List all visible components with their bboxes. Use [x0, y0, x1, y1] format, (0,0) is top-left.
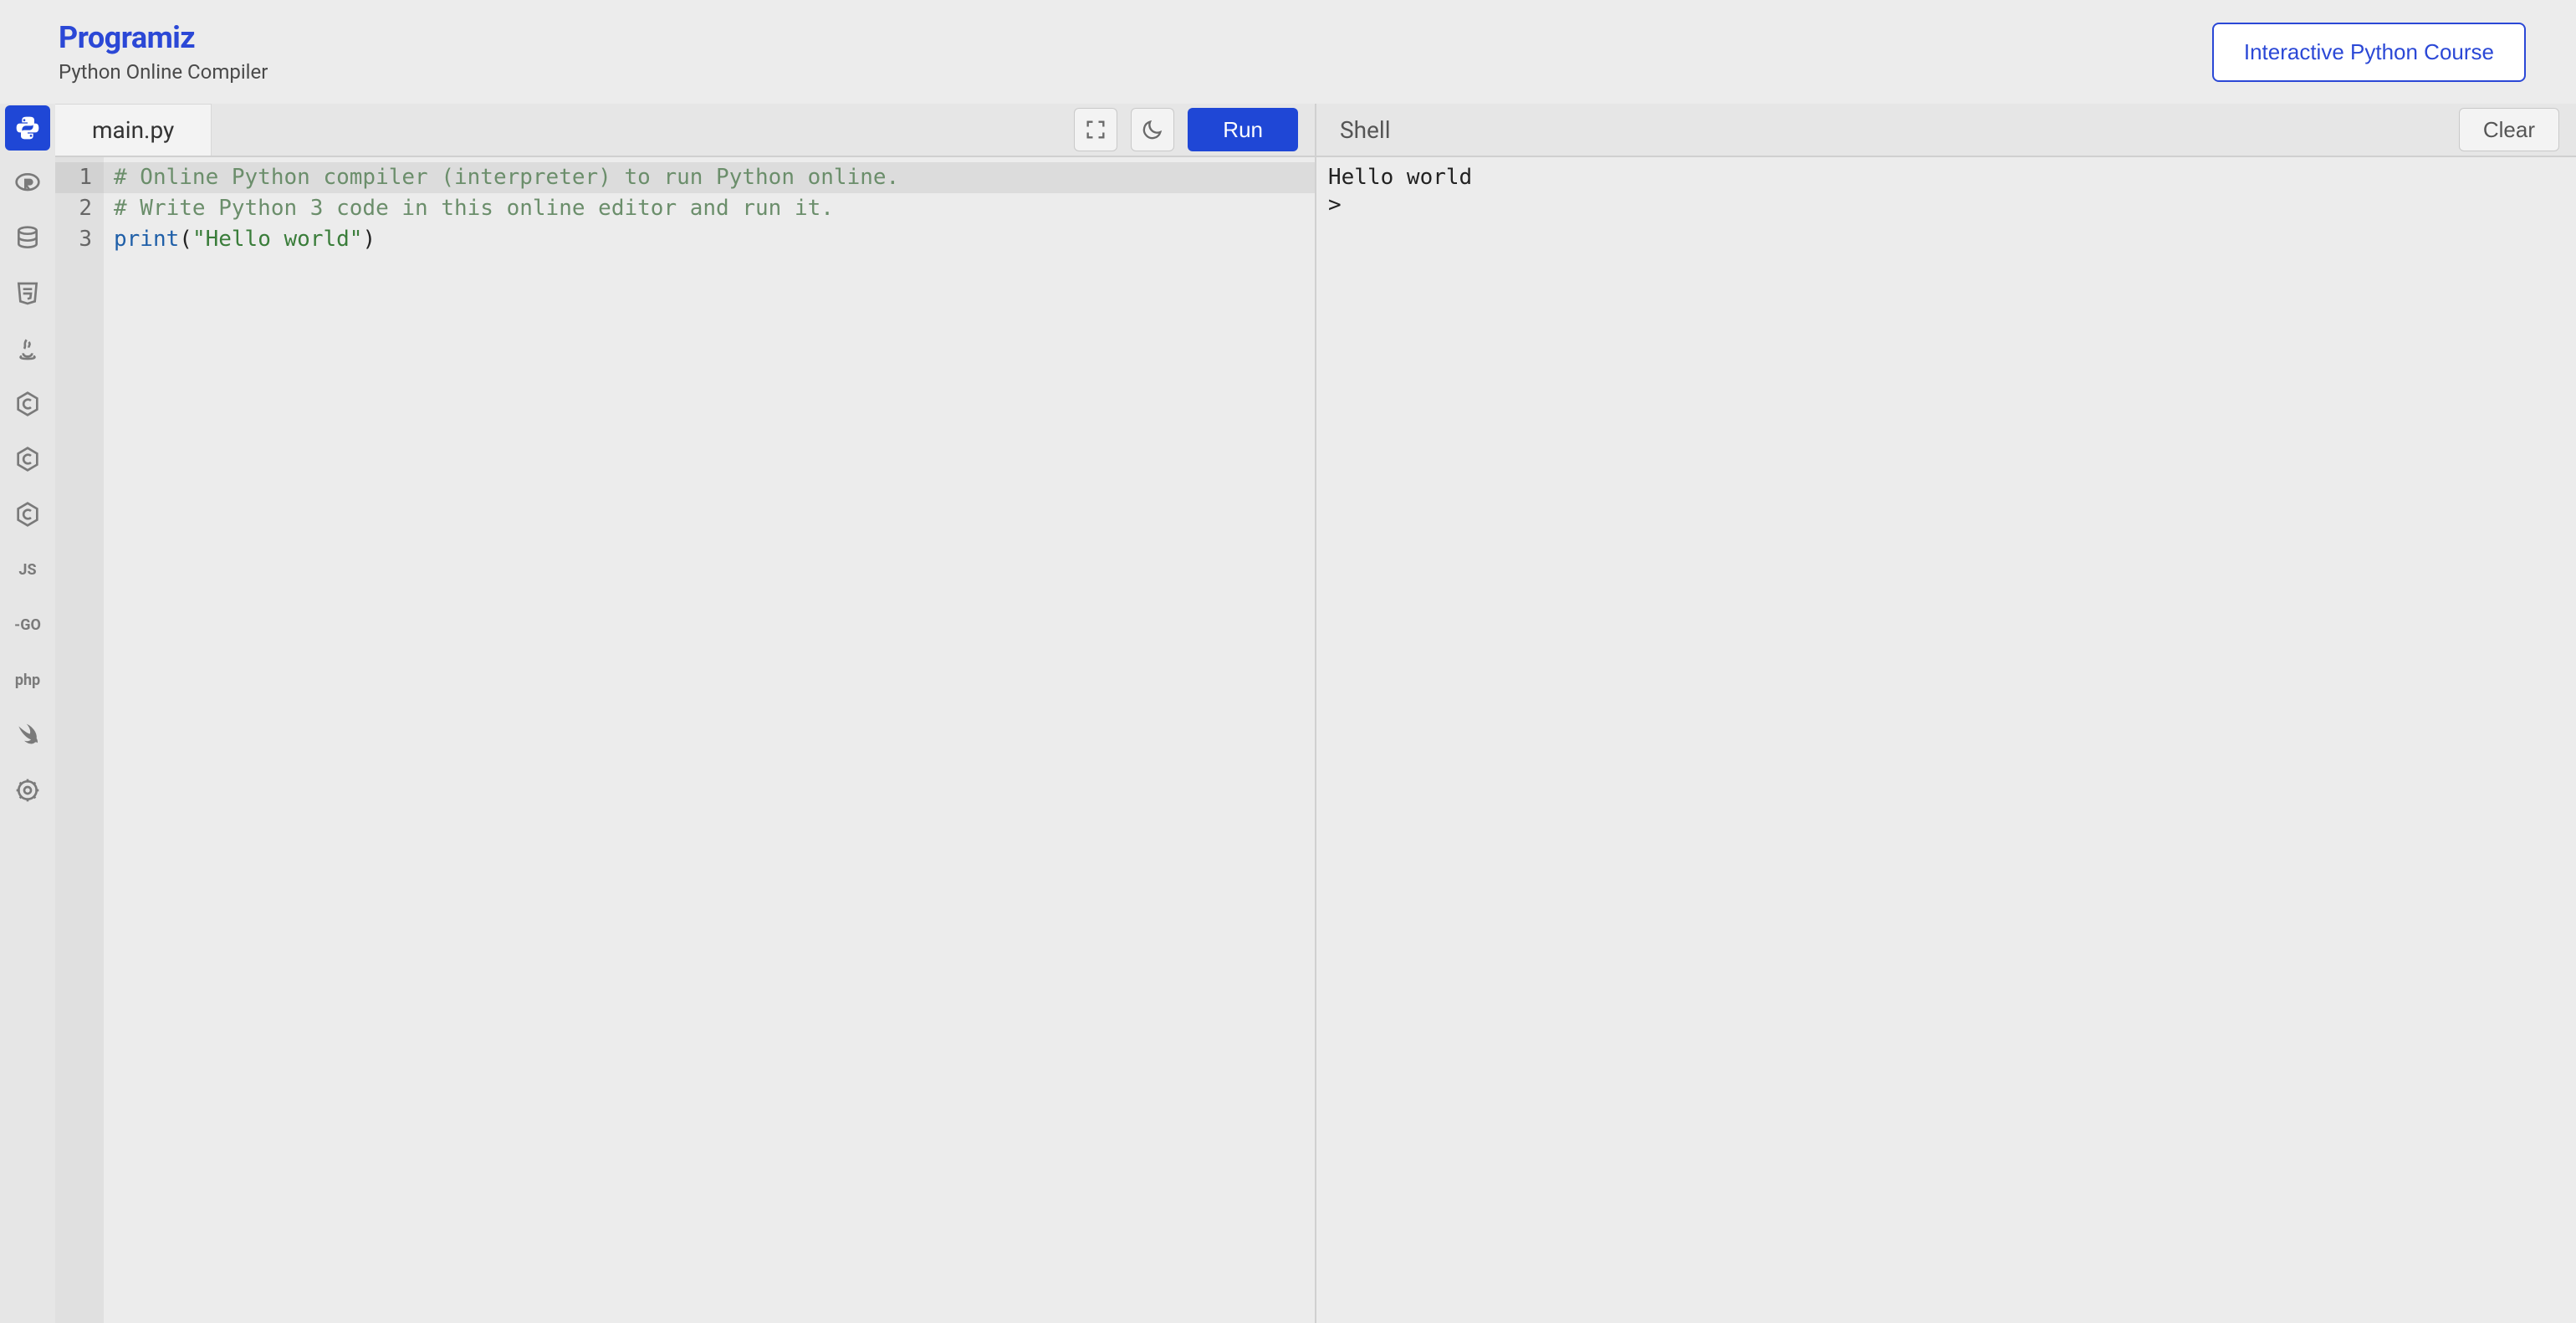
- code-lines[interactable]: # Online Python compiler (interpreter) t…: [104, 157, 1315, 1323]
- sidebar-item-html[interactable]: [5, 271, 50, 316]
- theme-toggle-button[interactable]: [1131, 108, 1174, 151]
- code-token-comment: # Online Python compiler (interpreter) t…: [114, 165, 899, 190]
- r-icon: [14, 170, 41, 197]
- workspace: JS -GO php main.py Run 12: [0, 104, 2576, 1323]
- sidebar-item-csharp[interactable]: [5, 492, 50, 537]
- interactive-course-button[interactable]: Interactive Python Course: [2212, 23, 2526, 82]
- java-icon: [14, 335, 41, 362]
- code-line[interactable]: # Write Python 3 code in this online edi…: [104, 193, 1315, 224]
- code-token-punc: (: [179, 227, 192, 252]
- fullscreen-button[interactable]: [1074, 108, 1117, 151]
- sidebar-item-python[interactable]: [5, 105, 50, 151]
- output-title: Shell: [1316, 116, 1391, 144]
- clear-button[interactable]: Clear: [2459, 108, 2559, 151]
- code-line[interactable]: # Online Python compiler (interpreter) t…: [104, 162, 1315, 193]
- js-icon: JS: [18, 561, 36, 579]
- app-header: Programiz Python Online Compiler Interac…: [0, 0, 2576, 104]
- sidebar-item-swift[interactable]: [5, 713, 50, 758]
- line-number-gutter: 123: [55, 157, 104, 1323]
- sql-icon: [14, 225, 41, 252]
- fullscreen-icon: [1084, 118, 1107, 141]
- rust-icon: [14, 777, 41, 804]
- sidebar-item-sql[interactable]: [5, 216, 50, 261]
- go-icon: -GO: [14, 616, 41, 634]
- line-number: 2: [55, 193, 104, 224]
- code-token-string: "Hello world": [192, 227, 363, 252]
- sidebar-item-rust[interactable]: [5, 768, 50, 813]
- output-header: Shell Clear: [1316, 104, 2576, 157]
- swift-icon: [14, 722, 41, 748]
- sidebar-item-js[interactable]: JS: [5, 547, 50, 592]
- sidebar-item-go[interactable]: -GO: [5, 602, 50, 647]
- line-number: 3: [55, 224, 104, 255]
- html-icon: [14, 280, 41, 307]
- code-line[interactable]: print("Hello world"): [104, 224, 1315, 255]
- moon-icon: [1141, 118, 1164, 141]
- code-token-comment: # Write Python 3 code in this online edi…: [114, 196, 834, 221]
- sidebar-item-cpp[interactable]: [5, 437, 50, 482]
- editor-actions: Run: [1074, 108, 1298, 151]
- panes: main.py Run 123 # Online Python compiler…: [55, 104, 2576, 1323]
- file-tab[interactable]: main.py: [55, 104, 212, 156]
- code-token-punc: ): [362, 227, 376, 252]
- language-sidebar: JS -GO php: [0, 104, 55, 1323]
- editor-pane: main.py Run 123 # Online Python compiler…: [55, 104, 1316, 1323]
- editor-header: main.py Run: [55, 104, 1315, 157]
- sidebar-item-java[interactable]: [5, 326, 50, 371]
- line-number: 1: [55, 162, 104, 193]
- shell-output[interactable]: Hello world >: [1316, 157, 2576, 1323]
- code-token-builtin: print: [114, 227, 179, 252]
- php-icon: php: [15, 672, 40, 689]
- csharp-icon: [14, 501, 41, 528]
- brand-name: Programiz: [59, 20, 195, 55]
- sidebar-item-r[interactable]: [5, 161, 50, 206]
- sidebar-item-php[interactable]: php: [5, 657, 50, 702]
- code-editor[interactable]: 123 # Online Python compiler (interprete…: [55, 157, 1315, 1323]
- run-button[interactable]: Run: [1188, 108, 1298, 151]
- brand-logo[interactable]: Programiz: [59, 20, 268, 55]
- sidebar-item-c[interactable]: [5, 381, 50, 427]
- brand-block: Programiz Python Online Compiler: [59, 20, 268, 84]
- c-icon: [14, 391, 41, 417]
- python-icon: [14, 115, 41, 141]
- output-pane: Shell Clear Hello world >: [1316, 104, 2576, 1323]
- cpp-icon: [14, 446, 41, 472]
- page-subtitle: Python Online Compiler: [59, 60, 268, 84]
